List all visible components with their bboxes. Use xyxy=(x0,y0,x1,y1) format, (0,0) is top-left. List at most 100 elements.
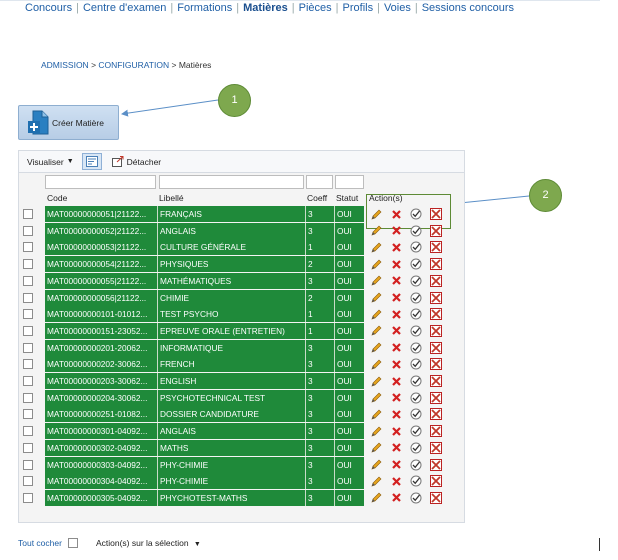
edit-icon[interactable] xyxy=(366,492,386,503)
nav-item-6[interactable]: Voies xyxy=(380,2,415,14)
row-checkbox[interactable] xyxy=(23,476,33,487)
row-checkbox[interactable] xyxy=(23,409,33,420)
disable-icon[interactable] xyxy=(426,258,446,271)
table-row[interactable]: MAT00000000305-04092... PHYCHOTEST-MATHS 3… xyxy=(19,489,464,506)
validate-icon[interactable] xyxy=(406,308,426,320)
row-checkbox[interactable] xyxy=(23,242,33,253)
edit-icon[interactable] xyxy=(366,359,386,370)
delete-icon[interactable] xyxy=(386,426,406,436)
edit-icon[interactable] xyxy=(366,409,386,420)
edit-icon[interactable] xyxy=(366,476,386,487)
disable-icon[interactable] xyxy=(426,458,446,471)
edit-icon[interactable] xyxy=(366,392,386,403)
delete-icon[interactable] xyxy=(386,243,406,252)
disable-icon[interactable] xyxy=(426,224,446,237)
delete-icon[interactable] xyxy=(386,259,406,269)
column-header-statut[interactable]: Statut xyxy=(336,193,358,203)
validate-icon[interactable] xyxy=(406,492,426,504)
table-row[interactable]: MAT00000000251-01082... DOSSIER CANDIDATU… xyxy=(19,406,464,423)
edit-icon[interactable] xyxy=(366,309,386,320)
edit-icon[interactable] xyxy=(366,426,386,437)
breadcrumb-admission[interactable]: ADMISSION xyxy=(41,60,89,70)
table-row[interactable]: MAT00000000101-01012... TEST PSYCHO 1 OUI xyxy=(19,306,464,323)
column-header-libelle[interactable]: Libellé xyxy=(159,193,184,203)
table-row[interactable]: MAT00000000204-30062... PSYCHOTECHNICAL T… xyxy=(19,389,464,406)
table-row[interactable]: MAT00000000051|21122... FRANÇAIS 3 OUI xyxy=(19,206,464,222)
row-checkbox[interactable] xyxy=(23,225,33,236)
disable-icon[interactable] xyxy=(426,475,446,488)
row-checkbox[interactable] xyxy=(23,209,33,219)
row-checkbox[interactable] xyxy=(23,325,33,336)
edit-icon[interactable] xyxy=(366,342,386,353)
validate-icon[interactable] xyxy=(406,459,426,471)
disable-icon[interactable] xyxy=(426,391,446,404)
table-row[interactable]: MAT00000000053|21122... CULTURE GÉNÉRALE 1… xyxy=(19,239,464,256)
table-row[interactable]: MAT00000000201-20062... INFORMATIQUE 3 OUI xyxy=(19,339,464,356)
disable-icon[interactable] xyxy=(426,358,446,371)
validate-icon[interactable] xyxy=(406,325,426,337)
validate-icon[interactable] xyxy=(406,258,426,270)
filter-code-input[interactable] xyxy=(45,175,156,189)
edit-icon[interactable] xyxy=(366,275,386,286)
nav-item-0[interactable]: Concours xyxy=(25,2,76,14)
row-checkbox[interactable] xyxy=(23,275,33,286)
disable-icon[interactable] xyxy=(426,341,446,354)
row-checkbox[interactable] xyxy=(23,492,33,503)
edit-icon[interactable] xyxy=(366,459,386,470)
row-checkbox[interactable] xyxy=(23,459,33,470)
delete-icon[interactable] xyxy=(386,309,406,319)
validate-icon[interactable] xyxy=(406,475,426,487)
breadcrumb-configuration[interactable]: CONFIGURATION xyxy=(98,60,169,70)
disable-icon[interactable] xyxy=(426,491,446,504)
visualiser-dropdown[interactable]: Visualiser ▼ xyxy=(27,157,74,167)
disable-icon[interactable] xyxy=(426,208,446,220)
row-checkbox[interactable] xyxy=(23,359,33,370)
delete-icon[interactable] xyxy=(386,410,406,419)
delete-icon[interactable] xyxy=(386,360,406,369)
disable-icon[interactable] xyxy=(426,324,446,337)
disable-icon[interactable] xyxy=(426,291,446,304)
table-row[interactable]: MAT00000000202-30062... FRENCH 3 OUI xyxy=(19,356,464,373)
table-row[interactable]: MAT00000000151-23052... EPREUVE ORALE (EN… xyxy=(19,322,464,339)
row-checkbox[interactable] xyxy=(23,376,33,386)
table-row[interactable]: MAT00000000303-04092... PHY-CHIMIE 3 OUI xyxy=(19,456,464,473)
disable-icon[interactable] xyxy=(426,308,446,321)
row-checkbox[interactable] xyxy=(23,309,33,320)
edit-icon[interactable] xyxy=(366,376,386,387)
validate-icon[interactable] xyxy=(406,275,426,287)
edit-icon[interactable] xyxy=(366,325,386,336)
disable-icon[interactable] xyxy=(426,408,446,421)
table-row[interactable]: MAT00000000304-04092... PHY-CHIMIE 3 OUI xyxy=(19,473,464,490)
table-row[interactable]: MAT00000000302-04092... MATHS 3 OUI xyxy=(19,439,464,456)
validate-icon[interactable] xyxy=(406,225,426,237)
edit-icon[interactable] xyxy=(366,242,386,253)
delete-icon[interactable] xyxy=(386,460,406,469)
edit-icon[interactable] xyxy=(366,292,386,303)
edit-icon[interactable] xyxy=(366,442,386,453)
row-checkbox[interactable] xyxy=(23,342,33,353)
table-row[interactable]: MAT00000000301-04092... ANGLAIS 3 OUI xyxy=(19,423,464,440)
edit-icon[interactable] xyxy=(366,209,386,220)
row-checkbox[interactable] xyxy=(23,392,33,403)
disable-icon[interactable] xyxy=(426,274,446,287)
validate-icon[interactable] xyxy=(406,358,426,370)
delete-icon[interactable] xyxy=(386,226,406,235)
validate-icon[interactable] xyxy=(406,208,426,220)
nav-item-5[interactable]: Profils xyxy=(339,2,378,14)
disable-icon[interactable] xyxy=(426,441,446,454)
nav-item-7[interactable]: Sessions concours xyxy=(418,2,518,14)
edit-icon[interactable] xyxy=(366,259,386,270)
validate-icon[interactable] xyxy=(406,392,426,404)
validate-icon[interactable] xyxy=(406,375,426,387)
nav-item-3[interactable]: Matières xyxy=(239,2,292,14)
validate-icon[interactable] xyxy=(406,425,426,437)
validate-icon[interactable] xyxy=(406,241,426,253)
delete-icon[interactable] xyxy=(386,326,406,336)
detach-button[interactable]: Détacher xyxy=(111,156,161,167)
table-row[interactable]: MAT00000000056|21122... CHIMIE 2 OUI xyxy=(19,289,464,306)
validate-icon[interactable] xyxy=(406,408,426,420)
delete-icon[interactable] xyxy=(386,476,406,486)
delete-icon[interactable] xyxy=(386,443,406,453)
filter-libelle-input[interactable] xyxy=(159,175,304,189)
delete-icon[interactable] xyxy=(386,493,406,503)
